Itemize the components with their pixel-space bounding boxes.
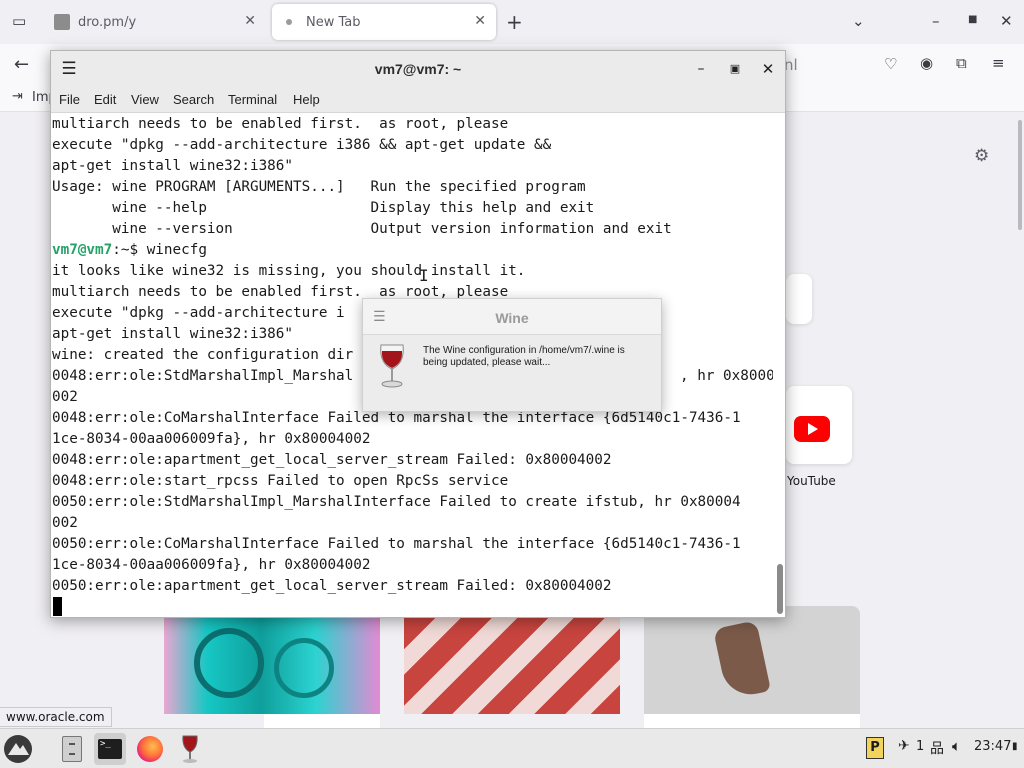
parcellite-clipboard-icon[interactable]: P (866, 737, 884, 759)
page-scrollbar[interactable] (1018, 120, 1022, 230)
wine-dialog-message: The Wine configuration in /home/vm7/.win… (423, 345, 625, 368)
youtube-tile[interactable] (786, 386, 852, 464)
terminal-icon: >_ (98, 739, 122, 759)
output-line: execute "dpkg --add-architecture i (52, 305, 345, 321)
output-line: 1ce-8034-00aa006009fa}, hr 0x80004002 (52, 557, 371, 573)
maximize-icon[interactable]: ▣ (725, 59, 745, 79)
menu-help[interactable]: Help (293, 92, 320, 107)
close-tab-icon[interactable]: ✕ (244, 13, 256, 29)
i-beam-cursor-icon: I (419, 266, 429, 285)
notification-count: 1 (916, 739, 925, 754)
output-line: wine: created the configuration dir (52, 347, 354, 363)
menu-file[interactable]: File (59, 92, 80, 107)
url-bar-text[interactable]: nl (784, 56, 798, 74)
wine-dialog-title: Wine (495, 310, 529, 326)
menu-edit[interactable]: Edit (94, 92, 116, 107)
firefox-taskbar-button[interactable] (134, 733, 166, 765)
output-line: multiarch needs to be enabled first. as … (52, 116, 509, 132)
clock[interactable]: 23:47 (974, 739, 1011, 754)
new-tab-plus-icon[interactable]: + (506, 10, 523, 34)
back-arrow-icon[interactable]: ← (14, 54, 29, 75)
prompt-suffix: :~$ (112, 242, 147, 258)
terminal-taskbar-button[interactable]: >_ (94, 733, 126, 765)
youtube-logo-icon (794, 416, 830, 442)
app-menu-button[interactable] (2, 733, 34, 765)
output-line: 002 (52, 515, 78, 531)
tab-label: dro.pm/y (78, 14, 137, 30)
text-cursor (53, 597, 62, 616)
terminal-scrollbar[interactable] (774, 114, 785, 617)
output-line: wine --help Display this help and exit (52, 200, 595, 216)
wine-dialog-titlebar[interactable]: ☰ Wine (363, 299, 661, 335)
close-window-icon[interactable]: ✕ (1000, 12, 1013, 30)
output-line: 0048:err:ole:start_rpcss Failed to open … (52, 473, 509, 489)
output-line: 0050:err:ole:apartment_get_local_server_… (52, 578, 612, 594)
hamburger-menu-icon[interactable]: ≡ (992, 54, 1005, 72)
account-icon[interactable]: ◉ (920, 54, 933, 72)
browser-tab-2[interactable]: New Tab ✕ (272, 4, 496, 40)
pocket-icon[interactable]: ♡ (884, 55, 897, 73)
notification-icon[interactable]: ✈ (898, 738, 910, 754)
output-line: Usage: wine PROGRAM [ARGUMENTS...] Run t… (52, 179, 586, 195)
network-icon[interactable]: 品 (930, 738, 944, 758)
output-line: 1ce-8034-00aa006009fa}, hr 0x80004002 (52, 431, 371, 447)
prompt-line: vm7@vm7:~$ winecfg (52, 240, 207, 261)
output-line: 0048:err:ole:apartment_get_local_server_… (52, 452, 612, 468)
gear-icon[interactable]: ⚙ (974, 146, 989, 166)
firefox-icon (137, 736, 163, 762)
terminal-menu-bar: File Edit View Search Terminal Help (51, 87, 785, 113)
wine-taskbar-button[interactable] (174, 733, 206, 765)
scrollbar-thumb[interactable] (777, 564, 783, 614)
output-line: it looks like wine32 is missing, you sho… (52, 263, 526, 279)
output-line: apt-get install wine32:i386" (52, 326, 294, 342)
link-status-url: www.oracle.com (0, 707, 112, 727)
output-line: execute "dpkg --add-architecture i386 &&… (52, 137, 552, 153)
menu-search[interactable]: Search (173, 92, 214, 107)
prompt-user-host: vm7@vm7 (52, 242, 113, 258)
menu-terminal[interactable]: Terminal (228, 92, 277, 107)
output-line: wine --version Output version informatio… (52, 221, 672, 237)
window-title: vm7@vm7: ~ (374, 61, 462, 77)
close-tab-icon[interactable]: ✕ (474, 13, 486, 29)
tab-label: New Tab (306, 14, 361, 30)
site-favicon-icon (54, 14, 70, 30)
file-cabinet-icon (62, 736, 82, 762)
output-line: 002 (52, 389, 78, 405)
output-line: 0050:err:ole:StdMarshalImpl_MarshalInter… (52, 494, 741, 510)
volume-icon[interactable]: 🔈︎ (952, 737, 961, 755)
chevron-down-icon[interactable]: ⌄ (852, 12, 865, 30)
import-icon[interactable]: ⇥ (12, 89, 23, 104)
close-icon[interactable]: ✕ (758, 59, 778, 79)
shortcut-tile[interactable] (786, 274, 812, 324)
output-line: 0050:err:ole:CoMarshalInterface Failed t… (52, 536, 741, 552)
wine-config-dialog[interactable]: ☰ Wine The Wine configuration in /home/v… (362, 298, 662, 412)
output-line-tail: , hr 0x80004 (680, 368, 773, 384)
new-tab-dot-icon (286, 19, 292, 25)
youtube-tile-label: YouTube (787, 474, 836, 488)
output-line: apt-get install wine32:i386" (52, 158, 294, 174)
story-image-1[interactable] (164, 618, 380, 714)
story-image-3[interactable] (644, 606, 860, 714)
taskbar: >_ P ✈ 1 品 🔈︎ 23:47 ▮ (0, 728, 1024, 768)
output-line: 0048:err:ole:StdMarshalImpl_Marshal (52, 368, 354, 384)
browser-tab-bar: ▭ dro.pm/y ✕ New Tab ✕ + ⌄ – ■ ✕ (0, 0, 1024, 44)
lubuntu-logo-icon (4, 735, 32, 763)
extensions-icon[interactable]: ⧉ (956, 54, 967, 72)
story-image-2[interactable] (404, 618, 620, 714)
typed-command: winecfg (146, 242, 207, 258)
tab-list-icon[interactable]: ▭ (12, 12, 26, 30)
browser-tab-1[interactable]: dro.pm/y ✕ (44, 4, 266, 40)
minimize-icon[interactable]: – (691, 59, 711, 79)
file-manager-button[interactable] (56, 733, 88, 765)
wine-glass-icon (380, 344, 404, 388)
maximize-icon[interactable]: ■ (968, 14, 977, 25)
wine-glass-icon (182, 735, 198, 763)
menu-view[interactable]: View (131, 92, 159, 107)
minimize-icon[interactable]: – (932, 12, 940, 30)
terminal-titlebar[interactable]: ☰ vm7@vm7: ~ – ▣ ✕ (51, 51, 785, 87)
show-desktop-button[interactable]: ▮ (1012, 741, 1018, 752)
